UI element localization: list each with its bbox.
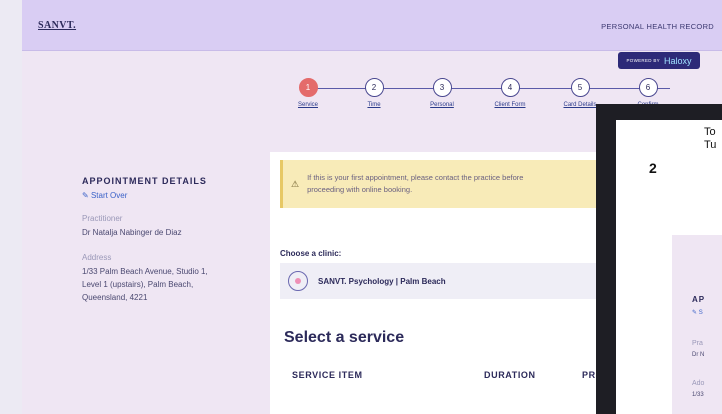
overlay-inner-panel bbox=[672, 235, 722, 414]
start-over-label: Start Over bbox=[90, 191, 128, 200]
overlay-address-value: 1/33 bbox=[692, 392, 704, 398]
step-service[interactable]: 1 Service bbox=[278, 78, 338, 108]
pencil-icon: ✎ bbox=[692, 310, 698, 316]
overlay-start-over[interactable]: ✎ S bbox=[692, 309, 703, 316]
choose-clinic-label: Choose a clinic: bbox=[280, 249, 342, 258]
location-pin-icon bbox=[288, 271, 308, 291]
overlay-text: To Tu bbox=[704, 126, 716, 152]
step-2-circle: 2 bbox=[364, 78, 384, 97]
overlay-step-number: 2 bbox=[649, 160, 657, 176]
address-line: Level 1 (upstairs), Palm Beach, bbox=[82, 280, 194, 289]
address-value: 1/33 Palm Beach Avenue, Studio 1, Level … bbox=[82, 265, 282, 304]
step-personal[interactable]: 3 Personal bbox=[412, 78, 472, 108]
first-appointment-alert: ⚠ If this is your first appointment, ple… bbox=[280, 160, 620, 208]
alert-message: If this is your first appointment, pleas… bbox=[307, 172, 523, 196]
overlay-text-line: Tu bbox=[704, 139, 717, 151]
step-4-circle: 4 bbox=[500, 78, 520, 97]
powered-by-label: POWERED BY bbox=[626, 58, 660, 63]
step-2-label: Time bbox=[367, 102, 381, 108]
step-1-circle: 1 bbox=[298, 78, 318, 97]
practitioner-label: Practitioner bbox=[82, 214, 123, 223]
step-time[interactable]: 2 Time bbox=[344, 78, 404, 108]
overlay-practitioner-value: Dr N bbox=[692, 352, 705, 358]
step-5-circle: 5 bbox=[570, 78, 590, 97]
overlay-card: 2 To Tu AP ✎ S Pra Dr N Ado 1/33 bbox=[616, 120, 722, 414]
warning-icon: ⚠ bbox=[291, 178, 300, 189]
step-3-circle: 3 bbox=[432, 78, 452, 97]
logo[interactable]: SANVT. bbox=[38, 20, 76, 31]
clinic-option[interactable]: SANVT. Psychology | Palm Beach bbox=[280, 263, 630, 299]
overlay-practitioner-label: Pra bbox=[692, 340, 703, 347]
overlay-start-label: S bbox=[698, 310, 703, 316]
column-duration: DURATION bbox=[484, 370, 536, 380]
step-3-label: Personal bbox=[430, 102, 454, 108]
appointment-details: APPOINTMENT DETAILS ✎ Start Over Practit… bbox=[82, 176, 282, 304]
address-label: Address bbox=[82, 253, 112, 262]
overlay-details-title: AP bbox=[692, 295, 706, 304]
step-6-circle: 6 bbox=[638, 78, 658, 97]
alert-line: If this is your first appointment, pleas… bbox=[307, 173, 524, 182]
appointment-details-title: APPOINTMENT DETAILS bbox=[82, 176, 207, 186]
pencil-icon: ✎ bbox=[82, 191, 89, 200]
select-service-title: Select a service bbox=[284, 329, 405, 346]
column-service-item: SERVICE ITEM bbox=[292, 370, 363, 380]
personal-health-record-link[interactable]: PERSONAL HEALTH RECORD bbox=[601, 22, 714, 31]
overlay-text-line: To bbox=[704, 126, 716, 138]
overlay-address-label: Ado bbox=[692, 380, 705, 387]
header: SANVT. PERSONAL HEALTH RECORD bbox=[22, 0, 722, 51]
address-line: 1/33 Palm Beach Avenue, Studio 1, bbox=[82, 267, 208, 276]
start-over-link[interactable]: ✎ Start Over bbox=[82, 191, 282, 200]
step-4-label: Client Form bbox=[494, 102, 526, 108]
alert-line: proceeding with online booking. bbox=[307, 185, 413, 194]
clinic-name: SANVT. Psychology | Palm Beach bbox=[318, 276, 446, 286]
powered-by-badge: POWERED BY Haloxy bbox=[618, 52, 700, 69]
step-client-form[interactable]: 4 Client Form bbox=[480, 78, 540, 108]
haloxy-logo: Haloxy bbox=[664, 55, 692, 66]
practitioner-value: Dr Natalja Nabinger de Diaz bbox=[82, 228, 182, 237]
address-line: Queensland, 4221 bbox=[82, 293, 148, 302]
step-1-label: Service bbox=[297, 102, 318, 108]
